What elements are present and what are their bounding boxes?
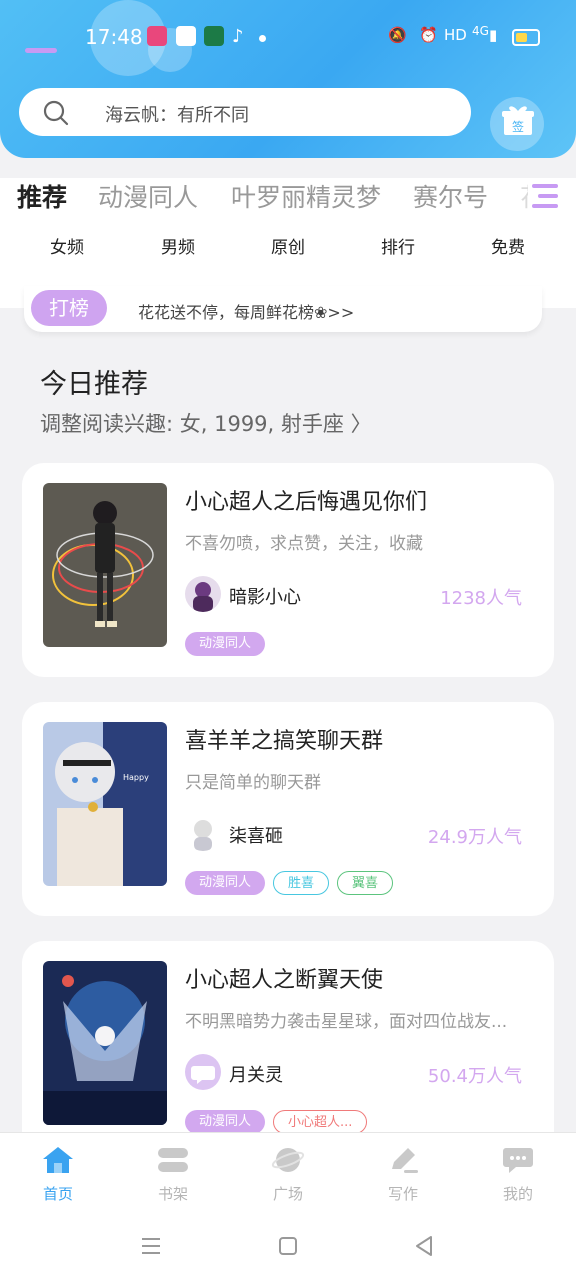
- book-tags: 动漫同人: [185, 632, 273, 658]
- nav-write[interactable]: 写作: [363, 1145, 443, 1204]
- author-name[interactable]: 月关灵: [229, 1061, 283, 1087]
- signal-icon: ▮: [489, 26, 498, 44]
- book-cover: [43, 483, 167, 647]
- nav-bookshelf[interactable]: 书架: [133, 1145, 213, 1204]
- home-square-icon[interactable]: [276, 1234, 300, 1258]
- subtab-male[interactable]: 男频: [148, 233, 208, 258]
- author-avatar[interactable]: [185, 1054, 221, 1090]
- svg-text:Happy: Happy: [123, 773, 149, 782]
- signal-type: 4G: [472, 24, 489, 38]
- book-description: 不喜勿喷，求点赞，关注，收藏: [185, 534, 423, 554]
- mute-icon: 🔕: [388, 26, 407, 44]
- popularity-count: 1238人气: [440, 588, 522, 609]
- gift-icon: 签: [502, 106, 534, 135]
- book-tag[interactable]: 小心超人...: [273, 1110, 368, 1134]
- hd-indicator: HD: [444, 26, 467, 44]
- book-cover: Happy: [43, 722, 167, 886]
- tab-indicator: [25, 48, 57, 53]
- tab-anime[interactable]: 动漫同人: [98, 178, 198, 214]
- bottom-nav: 首页 书架 广场 写作 我的: [0, 1132, 576, 1217]
- alarm-icon: ⏰: [419, 26, 438, 44]
- planet-icon: [271, 1148, 305, 1172]
- subtab-ranking[interactable]: 排行: [368, 233, 428, 258]
- tab-seer[interactable]: 赛尔号: [413, 178, 488, 214]
- status-bar: 17:48 ♪ 🔕 ⏰ HD 4G ▮: [0, 22, 576, 52]
- section-title: 今日推荐: [40, 369, 148, 400]
- book-tag[interactable]: 动漫同人: [185, 871, 266, 895]
- app-notification-icon: [147, 26, 167, 46]
- book-card[interactable]: Happy 喜羊羊之搞笑聊天群 只是简单的聊天群 柒喜砸 24.9万人气 动漫同…: [22, 702, 554, 916]
- book-title: 喜羊羊之搞笑聊天群: [185, 729, 384, 754]
- book-card[interactable]: 小心超人之后悔遇见你们 不喜勿喷，求点赞，关注，收藏 暗影小心 1238人气 动…: [22, 463, 554, 677]
- rank-banner[interactable]: 打榜 花花送不停，每周鲜花榜❀>>: [24, 286, 542, 332]
- tab-menu-icon[interactable]: [528, 182, 560, 210]
- book-cover: [43, 961, 167, 1125]
- home-icon: [43, 1147, 73, 1173]
- chat-bubble-icon: [503, 1148, 533, 1173]
- status-time: 17:48: [85, 25, 143, 49]
- rank-badge: 打榜: [31, 290, 107, 326]
- book-tag[interactable]: 动漫同人: [185, 1110, 266, 1134]
- nav-me-label: 我的: [502, 1185, 533, 1203]
- author-name[interactable]: 柒喜砸: [229, 822, 283, 848]
- app-notification-icon: [176, 26, 196, 46]
- subcategory-tabs: 女频 男频 原创 排行 免费: [0, 218, 576, 278]
- reading-interest-link[interactable]: 调整阅读兴趣: 女, 1999, 射手座 〉: [40, 408, 372, 438]
- book-title: 小心超人之后悔遇见你们: [185, 490, 428, 515]
- svg-text:签: 签: [512, 119, 524, 134]
- nav-home[interactable]: 首页: [18, 1145, 98, 1204]
- book-description: 不明黑暗势力袭击星星球，面对四位战友...: [185, 1012, 508, 1032]
- book-tag[interactable]: 动漫同人: [185, 632, 266, 656]
- book-tags: 动漫同人 胜喜 翼喜: [185, 871, 401, 897]
- search-icon: [43, 100, 69, 126]
- author-name[interactable]: 暗影小心: [229, 583, 301, 609]
- nav-home-label: 首页: [42, 1185, 73, 1203]
- app-header: 17:48 ♪ 🔕 ⏰ HD 4G ▮ 海云帆：有所不同 签: [0, 0, 576, 158]
- bookshelf-icon: [158, 1148, 188, 1172]
- nav-bookshelf-label: 书架: [157, 1185, 188, 1203]
- system-nav-bar: [0, 1216, 576, 1280]
- subtab-original[interactable]: 原创: [258, 233, 318, 258]
- pen-icon: [392, 1148, 418, 1173]
- tab-yeloli[interactable]: 叶罗丽精灵梦: [231, 178, 381, 214]
- tab-recommend[interactable]: 推荐: [17, 178, 67, 214]
- book-description: 只是简单的聊天群: [185, 773, 321, 793]
- subtab-female[interactable]: 女频: [37, 233, 97, 258]
- search-bar[interactable]: 海云帆：有所不同: [19, 88, 471, 136]
- popularity-count: 50.4万人气: [427, 1066, 522, 1087]
- book-tag[interactable]: 胜喜: [273, 871, 330, 895]
- category-tabs: 推荐 动漫同人 叶罗丽精灵梦 赛尔号 花: [0, 178, 576, 218]
- back-icon[interactable]: [412, 1234, 436, 1258]
- nav-square-label: 广场: [272, 1185, 303, 1203]
- rank-banner-text: 花花送不停，每周鲜花榜❀>>: [138, 303, 355, 322]
- subtab-free[interactable]: 免费: [478, 233, 538, 258]
- more-notifications-icon: [259, 35, 266, 42]
- book-card[interactable]: 小心超人之断翼天使 不明黑暗势力袭击星星球，面对四位战友... 月关灵 50.4…: [22, 941, 554, 1155]
- tiktok-icon: ♪: [232, 26, 244, 47]
- checkin-button[interactable]: 签: [490, 97, 544, 151]
- battery-icon: [512, 29, 540, 46]
- nav-square[interactable]: 广场: [248, 1145, 328, 1204]
- book-title: 小心超人之断翼天使: [185, 968, 384, 993]
- book-tag[interactable]: 翼喜: [337, 871, 394, 895]
- oppo-app-icon: [204, 26, 224, 46]
- search-placeholder: 海云帆：有所不同: [105, 105, 249, 126]
- popularity-count: 24.9万人气: [427, 827, 522, 848]
- author-avatar[interactable]: [185, 576, 221, 612]
- menu-icon[interactable]: [139, 1234, 163, 1258]
- nav-write-label: 写作: [387, 1185, 418, 1203]
- nav-me[interactable]: 我的: [478, 1145, 558, 1204]
- author-avatar[interactable]: [185, 815, 221, 851]
